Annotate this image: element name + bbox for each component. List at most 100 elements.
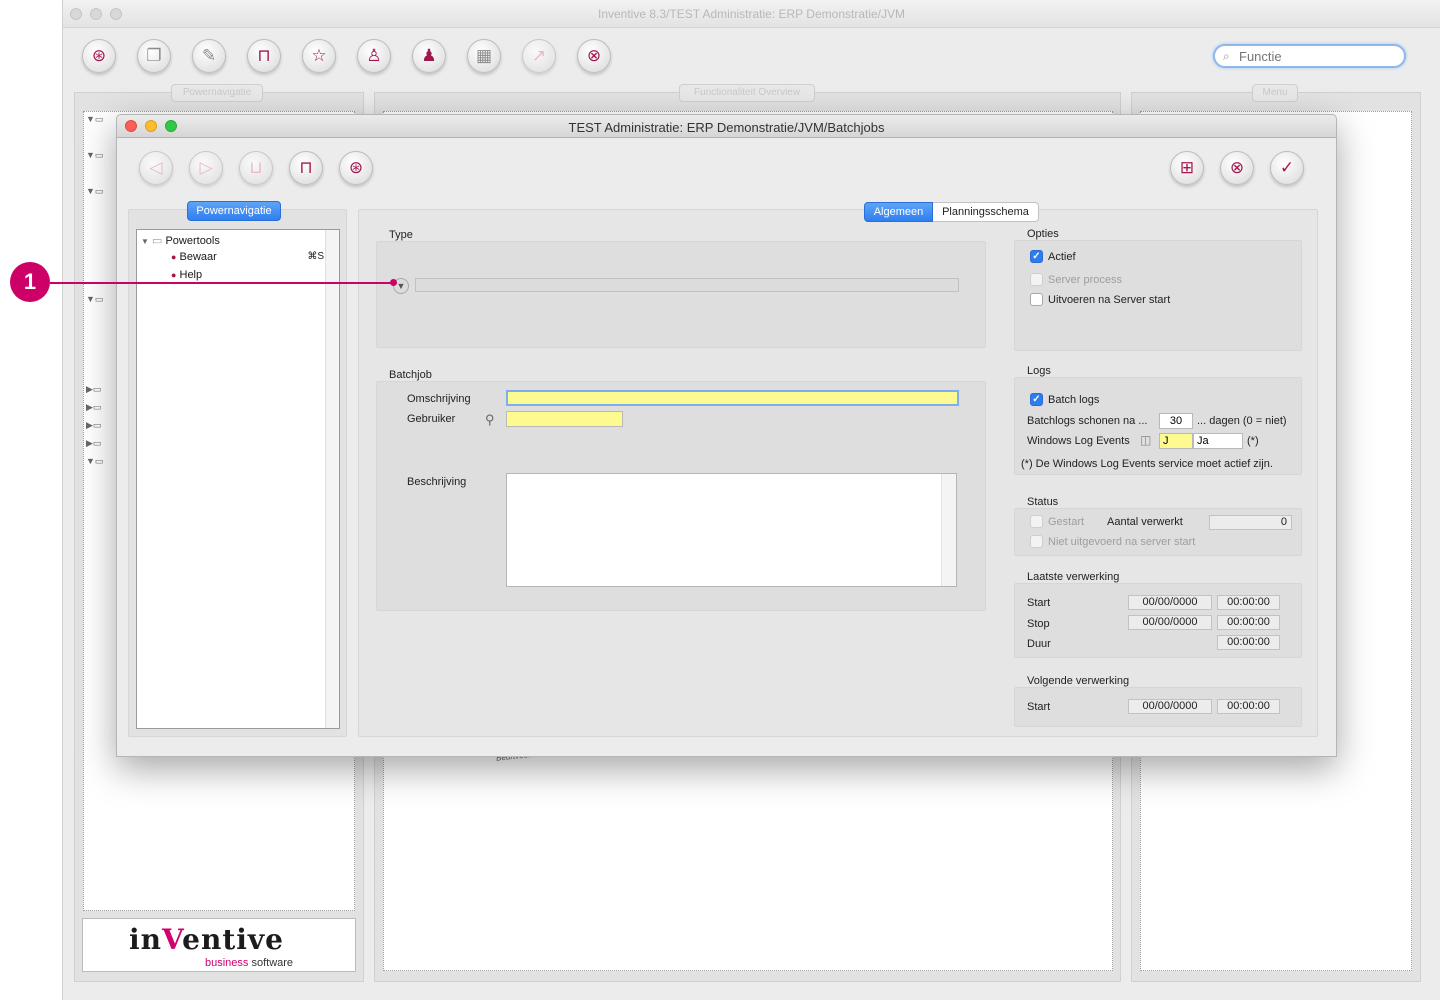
tree-toggle[interactable]: ▼▭ xyxy=(86,114,103,125)
batchjob-section-label: Batchjob xyxy=(389,369,432,381)
windows-log-code-input[interactable] xyxy=(1159,433,1193,449)
schonen-label: Batchlogs schonen na ... xyxy=(1027,415,1148,427)
aantal-verwerkt-label: Aantal verwerkt xyxy=(1107,516,1183,528)
actief-checkbox[interactable]: ✓ xyxy=(1030,250,1043,263)
bg-powernavigatie-pill[interactable]: Powernavigatie xyxy=(171,84,263,102)
gebruiker-input[interactable] xyxy=(506,411,623,427)
tree-toggle[interactable]: ▶▭ xyxy=(86,420,101,431)
bg-menu-pill[interactable]: Menu xyxy=(1252,84,1298,102)
server-process-checkbox[interactable] xyxy=(1030,273,1043,286)
chart-icon[interactable]: ↗ xyxy=(522,39,556,73)
new-document-icon[interactable]: ⊞ xyxy=(1170,151,1204,185)
calendar-icon[interactable]: ▦ xyxy=(467,39,501,73)
tree-toggle[interactable]: ▼▭ xyxy=(86,186,103,197)
cancel-icon[interactable]: ⊗ xyxy=(1220,151,1254,185)
volgende-start-label: Start xyxy=(1027,701,1051,713)
laatste-stop-label: Stop xyxy=(1027,618,1050,630)
lifebuoy-icon[interactable]: ⊛ xyxy=(82,39,116,73)
tree-item-label: Bewaar xyxy=(179,251,217,263)
type-section-label: Type xyxy=(389,229,413,241)
tree-toggle[interactable]: ▶▭ xyxy=(86,438,101,449)
batchjobs-dialog: TEST Administratie: ERP Demonstratie/JVM… xyxy=(116,114,1337,757)
lock-icon[interactable]: ⊓ xyxy=(247,39,281,73)
tree-item-help[interactable]: ● Help xyxy=(171,269,202,281)
expand-triangle-icon[interactable]: ▼ xyxy=(141,237,149,246)
tree-toggle[interactable]: ▶▭ xyxy=(86,402,101,413)
tree-toggle[interactable]: ▶▭ xyxy=(86,384,101,395)
dialog-powernavigatie-pill[interactable]: Powernavigatie xyxy=(187,201,281,221)
user-k-icon[interactable]: ♙ xyxy=(357,39,391,73)
user-icon[interactable]: ♟ xyxy=(412,39,446,73)
type-select-field[interactable] xyxy=(415,278,959,292)
close-icon[interactable]: ⊗ xyxy=(577,39,611,73)
omschrijving-label: Omschrijving xyxy=(407,393,471,405)
gestart-label: Gestart xyxy=(1048,516,1085,528)
omschrijving-input[interactable] xyxy=(506,390,959,406)
function-search[interactable]: ⌕ xyxy=(1213,44,1406,68)
callout-number-badge: 1 xyxy=(10,262,50,302)
bullet-icon: ● xyxy=(171,252,177,262)
shortcut-label: ⌘S xyxy=(307,251,324,262)
type-section: ▼ xyxy=(376,241,986,348)
laatste-stop-time: 00:00:00 xyxy=(1217,615,1280,630)
windows-log-value[interactable] xyxy=(1193,433,1243,449)
lifebuoy-icon[interactable]: ⊛ xyxy=(339,151,373,185)
gebruiker-label: Gebruiker xyxy=(407,413,456,425)
pages-icon[interactable]: ❐ xyxy=(137,39,171,73)
main-window-title: Inventive 8.3/TEST Administratie: ERP De… xyxy=(597,7,905,21)
volgende-start-date: 00/00/0000 xyxy=(1128,699,1212,714)
tab-algemeen[interactable]: Algemeen xyxy=(864,202,933,222)
actief-label: Actief xyxy=(1048,251,1076,263)
laatste-stop-date: 00/00/0000 xyxy=(1128,615,1212,630)
confirm-check-icon[interactable]: ✓ xyxy=(1270,151,1304,185)
beschrijving-label: Beschrijving xyxy=(407,476,467,488)
textarea-scrollbar[interactable] xyxy=(941,474,956,586)
dialog-nav-panel: ▼ ▭ Powertools ● Bewaar ⌘S ● Help xyxy=(128,209,347,737)
gestart-checkbox[interactable] xyxy=(1030,515,1043,528)
folder-lookup-icon[interactable]: ◫ xyxy=(1140,433,1151,447)
wrench-icon[interactable]: ✎ xyxy=(192,39,226,73)
batch-logs-checkbox[interactable]: ✓ xyxy=(1030,393,1043,406)
inventive-logo: inVentive business software xyxy=(82,918,356,972)
folder-icon: ▭ xyxy=(151,235,163,247)
star-icon[interactable]: ☆ xyxy=(302,39,336,73)
batch-logs-label: Batch logs xyxy=(1048,394,1100,406)
uitvoeren-checkbox[interactable] xyxy=(1030,293,1043,306)
laatste-start-time: 00:00:00 xyxy=(1217,595,1280,610)
tree-toggle[interactable]: ▼▭ xyxy=(86,294,103,305)
beschrijving-textarea[interactable] xyxy=(506,473,957,587)
laatste-duur-time: 00:00:00 xyxy=(1217,635,1280,650)
tab-planningsschema[interactable]: Planningsschema xyxy=(933,202,1039,222)
dialog-titlebar: TEST Administratie: ERP Demonstratie/JVM… xyxy=(117,115,1336,138)
volgende-section-label: Volgende verwerking xyxy=(1027,675,1130,687)
tree-toggle[interactable]: ▼▭ xyxy=(86,150,103,161)
windows-log-label: Windows Log Events xyxy=(1027,435,1130,447)
schonen-suffix: ... dagen (0 = niet) xyxy=(1197,415,1287,427)
tree-node-powertools[interactable]: ▼ ▭ Powertools xyxy=(141,234,220,247)
volgende-start-time: 00:00:00 xyxy=(1217,699,1280,714)
previous-arrow-icon[interactable]: ◁ xyxy=(139,151,173,185)
callout-line xyxy=(50,282,393,284)
bullet-icon: ● xyxy=(171,270,177,280)
tree-toggle[interactable]: ▼▭ xyxy=(86,456,103,467)
windows-log-note: (*) De Windows Log Events service moet a… xyxy=(1021,458,1273,470)
magnifier-icon[interactable]: ⚲ xyxy=(485,412,495,428)
opties-section-label: Opties xyxy=(1027,228,1059,240)
windows-log-star: (*) xyxy=(1247,435,1259,447)
laatste-duur-label: Duur xyxy=(1027,638,1051,650)
lock-icon[interactable]: ⊓ xyxy=(289,151,323,185)
next-arrow-icon[interactable]: ▷ xyxy=(189,151,223,185)
tree-item-bewaar[interactable]: ● Bewaar ⌘S xyxy=(171,251,326,263)
laatste-start-date: 00/00/0000 xyxy=(1128,595,1212,610)
function-search-input[interactable] xyxy=(1239,48,1389,64)
laatste-section-label: Laatste verwerking xyxy=(1027,571,1120,583)
schonen-days-input[interactable] xyxy=(1159,413,1193,429)
niet-uitgevoerd-checkbox[interactable] xyxy=(1030,535,1043,548)
uitvoeren-label: Uitvoeren na Server start xyxy=(1048,294,1171,306)
nav-scrollbar[interactable] xyxy=(325,230,339,728)
logs-section-label: Logs xyxy=(1027,365,1051,377)
aantal-verwerkt-value: 0 xyxy=(1209,515,1292,530)
trash-icon[interactable]: ⊔ xyxy=(239,151,273,185)
bg-overview-pill[interactable]: Functionaliteit Overview xyxy=(679,84,815,102)
dialog-title: TEST Administratie: ERP Demonstratie/JVM… xyxy=(568,120,885,135)
